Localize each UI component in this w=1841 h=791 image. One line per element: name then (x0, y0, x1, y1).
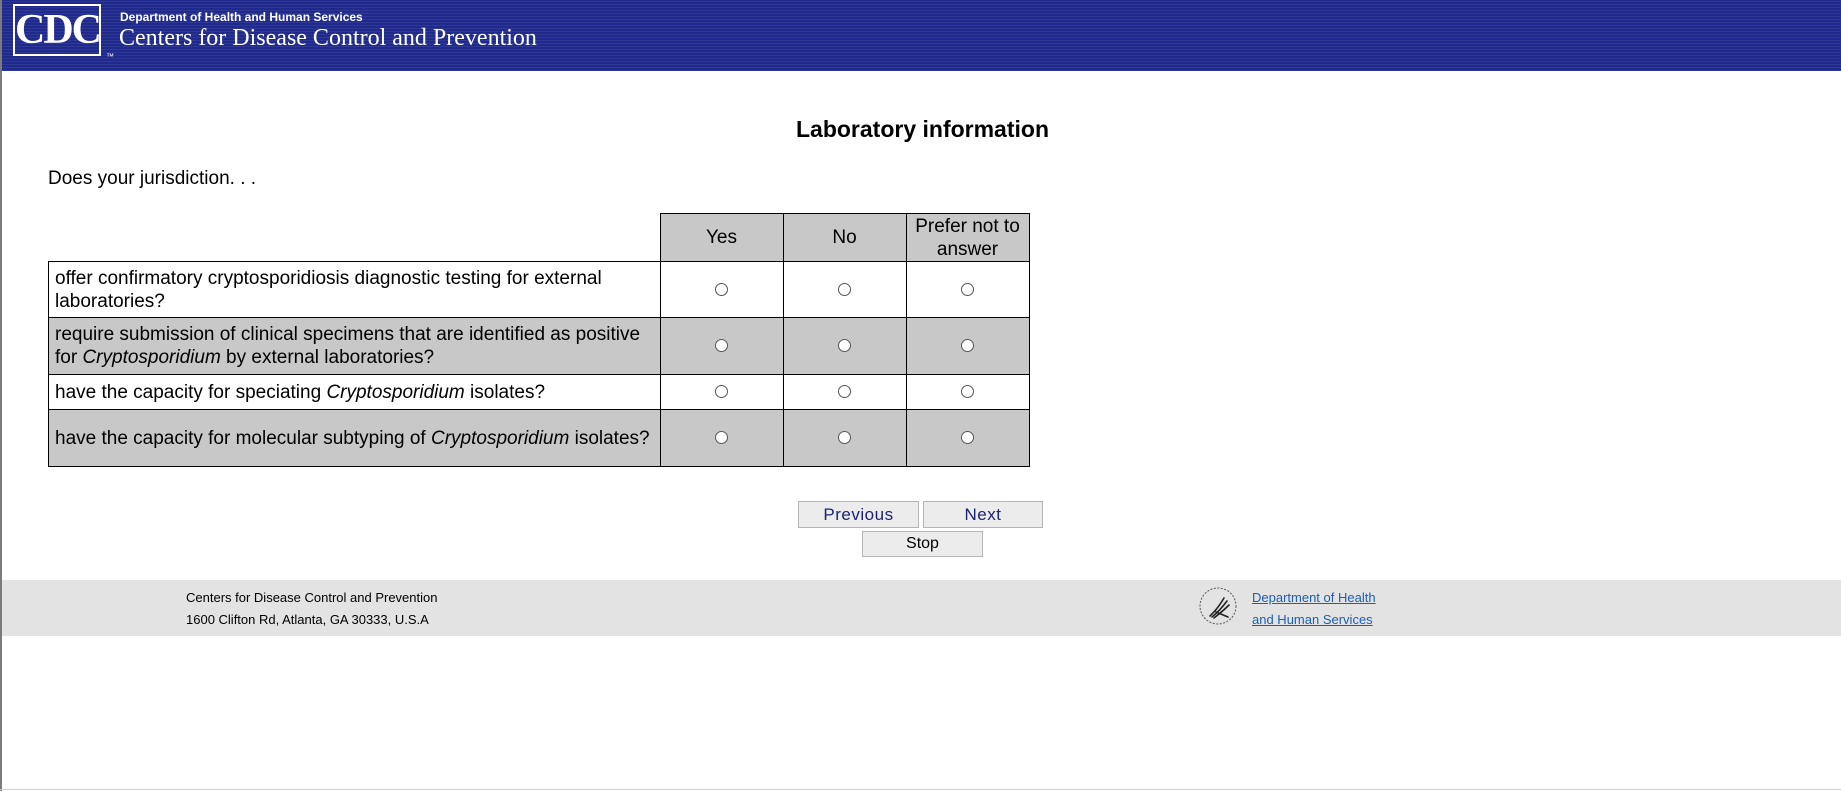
radio-prefer-not[interactable] (961, 431, 974, 445)
answer-cell (782, 409, 907, 467)
table-row: have the capacity for speciating Cryptos… (48, 374, 1030, 410)
radio-no[interactable] (838, 431, 851, 445)
page-footer: Centers for Disease Control and Preventi… (2, 580, 1841, 636)
question-text-part: offer confirmatory cryptosporidiosis dia… (55, 267, 602, 312)
answer-cell (905, 261, 1030, 318)
answer-cell (782, 261, 907, 318)
stop-button[interactable]: Stop (862, 531, 983, 557)
hhs-link[interactable]: Department of Health (1252, 590, 1376, 605)
footer-org-name: Centers for Disease Control and Preventi… (186, 590, 438, 605)
agency-name: Centers for Disease Control and Preventi… (119, 25, 537, 51)
column-header-no: No (782, 213, 907, 262)
bottom-border (0, 789, 1841, 790)
answer-cell (659, 409, 784, 467)
answer-cell (782, 317, 907, 375)
footer-address: 1600 Clifton Rd, Atlanta, GA 30333, U.S.… (186, 612, 429, 627)
question-text: offer confirmatory cryptosporidiosis dia… (48, 261, 661, 318)
question-grid: Yes No Prefer not to answer offer confir… (48, 213, 1030, 467)
radio-yes[interactable] (715, 431, 728, 445)
radio-prefer-not[interactable] (961, 282, 974, 296)
radio-no[interactable] (838, 385, 851, 399)
cdc-logo[interactable]: CDC (13, 4, 101, 56)
hhs-eagle-icon[interactable] (1198, 586, 1238, 626)
radio-yes[interactable] (715, 339, 728, 353)
answer-cell (659, 374, 784, 410)
radio-yes[interactable] (715, 385, 728, 399)
answer-cell (782, 374, 907, 410)
question-text-part: by external laboratories? (220, 347, 435, 368)
radio-no[interactable] (838, 339, 851, 353)
column-header-prefer-not: Prefer not to answer (905, 213, 1030, 262)
answer-cell (905, 409, 1030, 467)
question-text-italic: Cryptosporidium (82, 347, 221, 368)
answer-cell (905, 374, 1030, 410)
table-header-row: Yes No Prefer not to answer (49, 213, 1030, 262)
question-text-part: isolates? (464, 381, 546, 403)
next-button[interactable]: Next (923, 501, 1043, 528)
table-row: offer confirmatory cryptosporidiosis dia… (48, 261, 1030, 318)
question-text: have the capacity for speciating Cryptos… (48, 374, 661, 410)
hhs-link[interactable]: and Human Services (1252, 612, 1373, 627)
question-intro: Does your jurisdiction. . . (48, 168, 257, 189)
trademark-mark: ™ (106, 52, 114, 61)
radio-prefer-not[interactable] (961, 339, 974, 353)
answer-cell (659, 261, 784, 318)
blank-header-cell (49, 214, 661, 262)
question-text-italic: Cryptosporidium (430, 427, 570, 449)
previous-button[interactable]: Previous (798, 501, 919, 528)
answer-cell (659, 317, 784, 375)
radio-no[interactable] (838, 282, 851, 296)
department-name: Department of Health and Human Services (120, 10, 363, 24)
column-header-yes: Yes (659, 213, 784, 262)
question-text: require submission of clinical specimens… (48, 317, 661, 375)
question-text-italic: Cryptosporidium (326, 381, 465, 403)
radio-yes[interactable] (715, 282, 728, 296)
answer-cell (905, 317, 1030, 375)
question-text: have the capacity for molecular subtypin… (48, 409, 661, 467)
question-text-part: have the capacity for molecular subtypin… (55, 427, 431, 449)
question-text-part: have the capacity for speciating (55, 381, 327, 403)
question-text-part: isolates? (569, 427, 650, 449)
page-title: Laboratory information (795, 116, 1049, 142)
cdc-header-banner: CDC ™ Department of Health and Human Ser… (2, 0, 1841, 71)
table-row: have the capacity for molecular subtypin… (48, 409, 1030, 467)
table-row: require submission of clinical specimens… (48, 317, 1030, 375)
radio-prefer-not[interactable] (961, 385, 974, 399)
